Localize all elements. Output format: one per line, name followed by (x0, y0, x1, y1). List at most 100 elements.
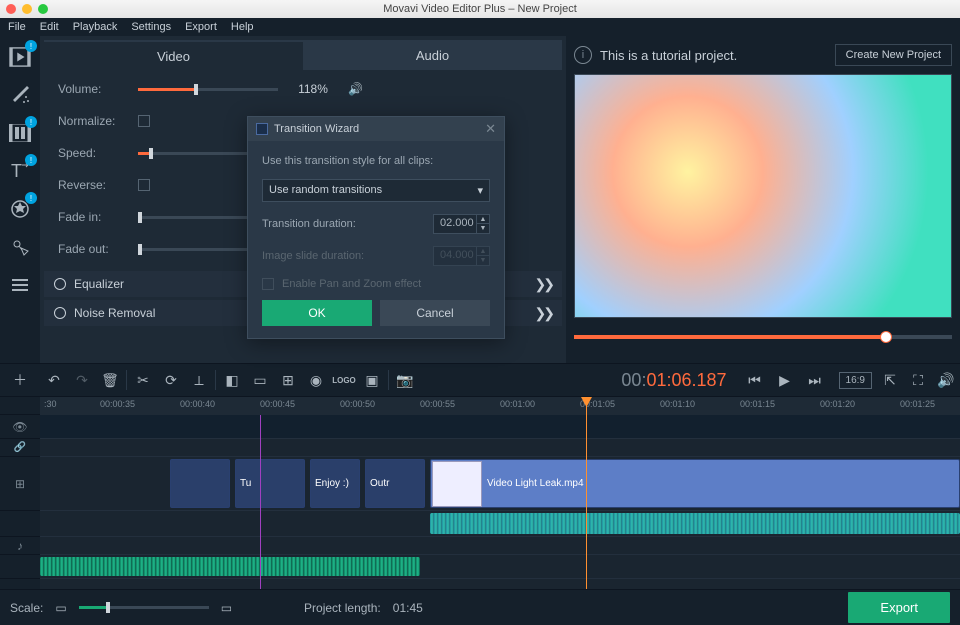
menu-file[interactable]: File (8, 21, 26, 33)
bottom-bar: Scale: ▭ ▭ Project length: 01:45 Export (0, 589, 960, 625)
cancel-button[interactable]: Cancel (380, 300, 490, 326)
music-clip[interactable] (40, 557, 420, 576)
reverse-checkbox[interactable] (138, 179, 150, 191)
clip[interactable]: Tu (235, 459, 305, 508)
linked-audio-clip[interactable] (430, 513, 960, 534)
clip[interactable]: Enjoy :) (310, 459, 360, 508)
reverse-label: Reverse: (58, 178, 128, 192)
highlight-icon[interactable]: ▣ (358, 366, 386, 394)
window-close-button[interactable] (6, 4, 16, 14)
info-text: This is a tutorial project. (600, 48, 827, 63)
tick: 00:00:45 (260, 399, 295, 409)
clip-main[interactable]: Video Light Leak.mp4 (430, 459, 960, 508)
camera-icon[interactable]: 📷 (391, 366, 419, 394)
crop-icon[interactable]: ⟂ (185, 366, 213, 394)
equalizer-label: Equalizer (74, 277, 124, 291)
prev-frame-icon[interactable]: ⏮ (741, 366, 769, 394)
tab-audio[interactable]: Audio (303, 40, 562, 70)
popout-icon[interactable]: ⇱ (876, 366, 904, 394)
normalize-checkbox[interactable] (138, 115, 150, 127)
sidebar-transitions-icon[interactable]: ! (5, 118, 35, 148)
sidebar-filters-icon[interactable] (5, 80, 35, 110)
zoom-out-icon[interactable]: ▭ (55, 601, 66, 615)
scale-label: Scale: (10, 601, 43, 615)
badge-icon: ! (25, 192, 37, 204)
window-title: Movavi Video Editor Plus – New Project (383, 3, 577, 15)
create-new-project-button[interactable]: Create New Project (835, 44, 952, 66)
dialog-titlebar[interactable]: Transition Wizard ✕ (248, 117, 504, 141)
select-value: Use random transitions (269, 184, 382, 197)
export-button[interactable]: Export (848, 592, 950, 623)
transition-wizard-icon[interactable]: ▭ (246, 366, 274, 394)
menu-export[interactable]: Export (185, 21, 217, 33)
clip-props-icon[interactable]: ⊞ (274, 366, 302, 394)
add-track-icon[interactable]: ＋ (0, 366, 40, 394)
aspect-ratio[interactable]: 16:9 (839, 372, 872, 389)
volume-icon[interactable]: 🔊 (932, 366, 960, 394)
spin-down-icon[interactable]: ▼ (477, 224, 489, 233)
tick: 00:01:15 (740, 399, 775, 409)
sidebar-more-icon[interactable] (5, 270, 35, 300)
preview-pane: i This is a tutorial project. Create New… (566, 36, 960, 363)
track-head-title[interactable]: ♪ (0, 537, 40, 555)
zoom-in-icon[interactable]: ▭ (221, 601, 232, 615)
tick: 00:00:55 (420, 399, 455, 409)
record-icon[interactable]: ◉ (302, 366, 330, 394)
menu-settings[interactable]: Settings (131, 21, 171, 33)
spinner-value: 04.000 (433, 246, 477, 266)
mute-icon[interactable]: 🔊 (348, 82, 363, 96)
transition-duration-spinner[interactable]: 02.000 ▲▼ (433, 214, 490, 234)
tick: 00:01:20 (820, 399, 855, 409)
play-icon[interactable]: ▶ (771, 366, 799, 394)
sidebar-stickers-icon[interactable]: ! (5, 194, 35, 224)
redo-icon[interactable]: ↷ (68, 366, 96, 394)
timeline-tracks[interactable]: :30 00:00:35 00:00:40 00:00:45 00:00:50 … (40, 397, 960, 589)
ok-button[interactable]: OK (262, 300, 372, 326)
clip[interactable]: Outr (365, 459, 425, 508)
window-minimize-button[interactable] (22, 4, 32, 14)
volume-slider[interactable] (138, 88, 278, 91)
close-icon[interactable]: ✕ (485, 121, 496, 137)
sidebar-callouts-icon[interactable] (5, 232, 35, 262)
logo-icon[interactable]: LOGO (330, 366, 358, 394)
fullscreen-icon[interactable]: ⛶ (904, 366, 932, 394)
menu-playback[interactable]: Playback (73, 21, 118, 33)
sidebar-titles-icon[interactable]: T ! (5, 156, 35, 186)
cut-icon[interactable]: ✂ (129, 366, 157, 394)
transition-wizard-dialog: Transition Wizard ✕ Use this transition … (247, 116, 505, 339)
color-adjust-icon[interactable]: ◧ (218, 366, 246, 394)
badge-icon: ! (25, 40, 37, 52)
spinner-value[interactable]: 02.000 (433, 214, 477, 234)
marker-line[interactable] (260, 415, 261, 589)
clip[interactable] (170, 459, 230, 508)
track-head-overlay[interactable]: 👁 (0, 415, 40, 439)
tick: 00:01:00 (500, 399, 535, 409)
pan-zoom-label: Enable Pan and Zoom effect (282, 278, 421, 290)
timeline-ruler[interactable]: :30 00:00:35 00:00:40 00:00:45 00:00:50 … (40, 397, 960, 415)
window-maximize-button[interactable] (38, 4, 48, 14)
undo-icon[interactable]: ↶ (40, 366, 68, 394)
menubar: File Edit Playback Settings Export Help (0, 18, 960, 36)
menu-edit[interactable]: Edit (40, 21, 59, 33)
track-head-audio[interactable] (0, 511, 40, 537)
playhead[interactable] (586, 397, 587, 589)
track-head-music[interactable] (0, 555, 40, 579)
fadein-label: Fade in: (58, 210, 128, 224)
sidebar-media-icon[interactable]: ! (5, 42, 35, 72)
track-head-link[interactable]: 🔗 (0, 439, 40, 457)
image-duration-label: Image slide duration: (262, 250, 364, 262)
video-preview[interactable] (574, 74, 952, 318)
radio-icon (54, 307, 66, 319)
delete-icon[interactable]: 🗑 (96, 366, 124, 394)
add-marker-icon[interactable] (0, 397, 40, 415)
spin-up-icon[interactable]: ▲ (477, 215, 489, 224)
preview-seekbar[interactable] (574, 330, 952, 344)
track-head-video[interactable]: ⊞ (0, 457, 40, 511)
tick: 00:01:25 (900, 399, 935, 409)
scale-slider[interactable] (79, 606, 209, 609)
next-frame-icon[interactable]: ⏭ (801, 366, 829, 394)
transition-style-select[interactable]: Use random transitions ▾ (262, 179, 490, 202)
menu-help[interactable]: Help (231, 21, 254, 33)
rotate-icon[interactable]: ⟳ (157, 366, 185, 394)
tab-video[interactable]: Video (44, 40, 303, 70)
